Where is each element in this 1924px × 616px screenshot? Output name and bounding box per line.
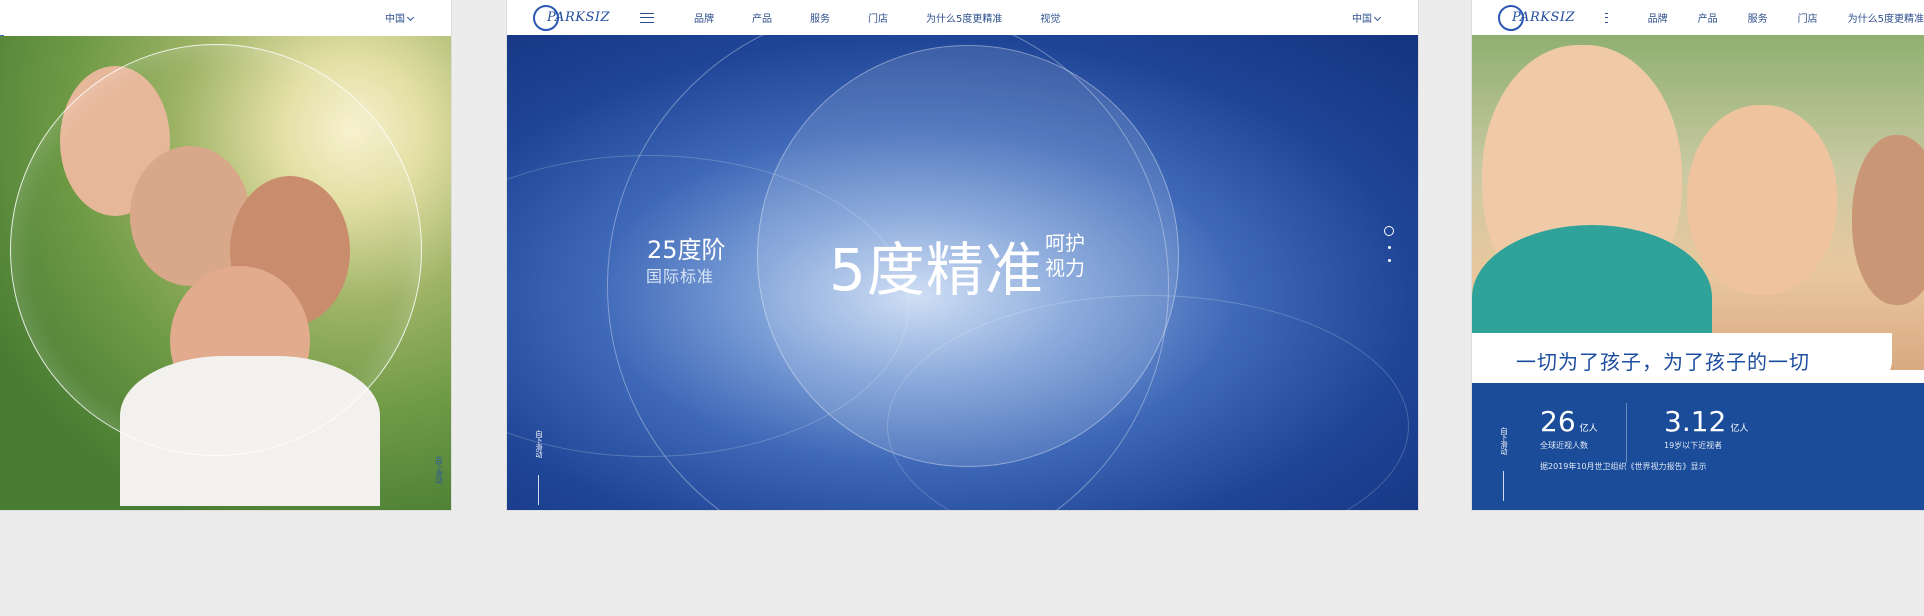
left-panel: 中国 向下滑动 bbox=[0, 0, 451, 510]
logo-ring-icon bbox=[533, 4, 559, 31]
boy-face bbox=[1687, 105, 1837, 295]
nav-item-products[interactable]: 产品 bbox=[752, 10, 772, 25]
lens-ring bbox=[10, 44, 422, 456]
nav-item-stores[interactable]: 门店 bbox=[868, 10, 888, 25]
stat-number: 3.12 bbox=[1664, 405, 1727, 438]
myopia-stats: 26 亿人 全球近视人数 3.12 亿人 19岁以下近视者 据2019年10月世卫组… bbox=[1472, 383, 1924, 510]
stats-divider bbox=[1626, 403, 1627, 463]
child-face bbox=[1852, 135, 1924, 305]
scroll-line bbox=[1503, 471, 1504, 501]
scroll-line bbox=[538, 475, 539, 505]
stat-unit: 亿人 bbox=[1730, 424, 1749, 434]
nav-item-vision[interactable]: 视觉 bbox=[1040, 10, 1060, 25]
stat-description: 19岁以下近视者 bbox=[1664, 441, 1723, 450]
language-label: 中国 bbox=[1352, 14, 1372, 25]
pager-dot[interactable] bbox=[1387, 259, 1391, 262]
scroll-hint: 向下滑动 bbox=[1500, 427, 1508, 455]
slide-pager bbox=[1384, 226, 1394, 272]
brand-logo[interactable]: PARKSIZ bbox=[1498, 4, 1575, 31]
nav-item-why-5-degree[interactable]: 为什么5度更精准 bbox=[1848, 10, 1924, 25]
stat-global-myopia: 26 亿人 全球近视人数 bbox=[1540, 405, 1598, 451]
mid-nav-bar: PARKSIZ 品牌 产品 服务 门店 为什么5度更精准 视觉 中国 bbox=[507, 0, 1418, 35]
nav-item-services[interactable]: 服务 bbox=[1748, 10, 1768, 25]
nav-item-why-5-degree[interactable]: 为什么5度更精准 bbox=[926, 10, 1002, 25]
brand-logo[interactable]: PARKSIZ bbox=[533, 4, 610, 31]
scroll-hint: 向下滑动 bbox=[535, 430, 543, 458]
nav-item-brand[interactable]: 品牌 bbox=[694, 10, 714, 25]
headline-25-degree: 25度阶 bbox=[647, 236, 726, 264]
menu-icon[interactable] bbox=[1605, 12, 1608, 23]
stat-number: 26 bbox=[1540, 405, 1576, 438]
nav-item-brand[interactable]: 品牌 bbox=[1648, 10, 1668, 25]
right-panel: PARKSIZ 品牌 产品 服务 门店 为什么5度更精准 一切为了孩子，为了孩子… bbox=[1472, 0, 1924, 510]
pager-dot[interactable] bbox=[1387, 246, 1391, 249]
language-selector[interactable]: 中国 bbox=[385, 10, 415, 25]
stat-under-19-myopia: 3.12 亿人 19岁以下近视者 bbox=[1664, 405, 1748, 451]
chevron-down-icon bbox=[1373, 13, 1382, 22]
language-selector[interactable]: 中国 bbox=[1352, 10, 1382, 25]
logo-ring-icon bbox=[1498, 4, 1524, 31]
stat-description: 全球近视人数 bbox=[1540, 441, 1588, 450]
stat-unit: 亿人 bbox=[1579, 424, 1598, 434]
left-nav-bar: 中国 bbox=[0, 0, 451, 35]
hero-banner: 25度阶 国际标准 5度精准 呵护视力 向下滑动 bbox=[507, 35, 1418, 510]
headline-care-vision: 呵护视力 bbox=[1045, 231, 1085, 280]
scroll-hint: 向下滑动 bbox=[435, 456, 443, 484]
headline-main: 5度精准 bbox=[829, 236, 1044, 304]
language-label: 中国 bbox=[385, 14, 405, 25]
chevron-down-icon bbox=[406, 13, 415, 22]
nav-item-products[interactable]: 产品 bbox=[1698, 10, 1718, 25]
headline-international-standard: 国际标准 bbox=[646, 267, 715, 286]
slogan-text: 一切为了孩子，为了孩子的一切 bbox=[1516, 350, 1810, 374]
nav-item-services[interactable]: 服务 bbox=[810, 10, 830, 25]
menu-icon[interactable] bbox=[640, 12, 655, 23]
right-nav-bar: PARKSIZ 品牌 产品 服务 门店 为什么5度更精准 bbox=[1472, 0, 1924, 35]
stats-source: 据2019年10月世卫组织《世界视力报告》显示 bbox=[1540, 462, 1707, 471]
children-photo bbox=[1472, 35, 1924, 370]
middle-panel: PARKSIZ 品牌 产品 服务 门店 为什么5度更精准 视觉 中国 25度阶 … bbox=[507, 0, 1418, 510]
pager-dot-active[interactable] bbox=[1384, 226, 1394, 236]
family-photo bbox=[0, 36, 451, 510]
nav-item-stores[interactable]: 门店 bbox=[1798, 10, 1818, 25]
slogan-banner: 一切为了孩子，为了孩子的一切 bbox=[1472, 333, 1892, 383]
